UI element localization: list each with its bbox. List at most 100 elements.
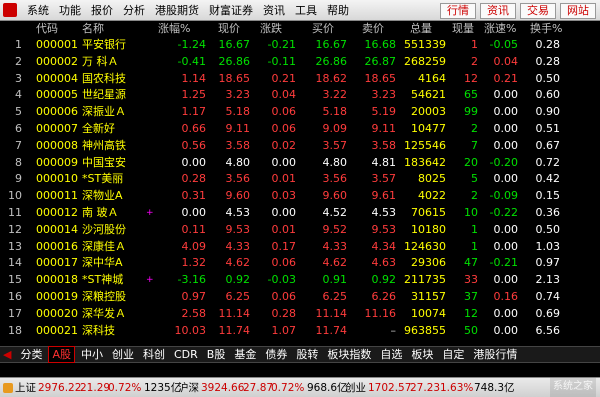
cell-ask: 4.34 xyxy=(371,239,397,253)
tab-watchlist[interactable]: 自选 xyxy=(377,347,405,362)
cell-bid: 9.09 xyxy=(322,121,348,135)
cell-bid: 9.52 xyxy=(322,222,348,236)
table-row[interactable]: 1 000001 平安银行 -1.24 16.67 -0.21 16.67 16.68 5513… xyxy=(0,37,600,54)
cell-spd: 0.00 xyxy=(493,88,519,102)
cy-index-amount: 748.3亿 xyxy=(474,382,515,394)
header-price[interactable]: 现价 xyxy=(218,21,240,37)
tab-category[interactable]: 分类 xyxy=(17,347,45,362)
cell-bid: 11.14 xyxy=(315,306,348,320)
cell-ask: 16.68 xyxy=(364,38,397,51)
header-change[interactable]: 涨跌 xyxy=(260,21,282,37)
table-row[interactable]: 9 000010 *ST美丽 0.28 3.56 0.01 3.56 3.57 8025 5 0.0… xyxy=(0,171,600,188)
stock-code: 000019 xyxy=(36,289,78,303)
header-code[interactable]: 代码 xyxy=(36,21,58,37)
tab-chinext[interactable]: 创业 xyxy=(109,347,137,362)
tab-sme[interactable]: 中小 xyxy=(78,347,106,362)
tab-hk-quotes[interactable]: 港股行情 xyxy=(470,347,520,362)
table-row[interactable]: 8 000009 中国宝安 0.00 4.80 0.00 4.80 4.81 183642 20-… xyxy=(0,155,600,172)
cell-bid: 16.67 xyxy=(315,38,348,51)
header-name[interactable]: 名称 xyxy=(82,21,104,37)
watermark: 系统之家 xyxy=(550,377,596,397)
cell-diff: 1.07 xyxy=(271,323,297,337)
header-speed[interactable]: 涨速% xyxy=(484,21,516,37)
table-row[interactable]: 6 000007 全新好 0.66 9.11 0.06 9.09 9.11 10477 2 0.00… xyxy=(0,121,600,138)
quote-button[interactable]: 行情 xyxy=(440,3,476,19)
stock-code: 000007 xyxy=(36,121,78,135)
tab-bonds[interactable]: 债券 xyxy=(262,347,290,362)
cell-chg: 1.32 xyxy=(181,256,207,270)
table-row[interactable]: 18 000021 深科技 10.03 11.74 1.07 11.74 –963855 50 0… xyxy=(0,323,600,340)
menu-quote[interactable]: 报价 xyxy=(86,0,118,21)
tab-custom[interactable]: 自定 xyxy=(439,347,467,362)
cell-price: 4.80 xyxy=(225,155,251,169)
tab-sector-index[interactable]: 板块指数 xyxy=(324,347,374,362)
cell-chg: 1.25 xyxy=(181,88,207,102)
table-row[interactable]: 12 000014 沙河股份 0.11 9.53 0.01 9.52 9.53 10180 1 0.… xyxy=(0,222,600,239)
menu-tools[interactable]: 工具 xyxy=(290,0,322,21)
menu-bar: 系统 功能 报价 分析 港股期货 财富证券 资讯 工具 帮助 行情 资讯 交易 … xyxy=(0,0,600,21)
table-row[interactable]: 7 000008 神州高铁 0.56 3.58 0.02 3.57 3.58 125546 7 0.… xyxy=(0,138,600,155)
news-button[interactable]: 资讯 xyxy=(480,3,516,19)
cy-index-change: 27.23 xyxy=(410,382,441,394)
table-row[interactable]: 2 000002 万 科Ａ -0.41 26.86 -0.11 26.86 26.87 2682… xyxy=(0,54,600,71)
cell-price: 6.25 xyxy=(225,289,251,303)
header-ask[interactable]: 卖价 xyxy=(362,21,384,37)
cell-cur: 47 xyxy=(464,256,478,270)
table-row[interactable]: 4 000005 世纪星源 1.25 3.23 0.04 3.22 3.23 54621 65 0.… xyxy=(0,87,600,104)
tab-neeq[interactable]: 股转 xyxy=(293,347,321,362)
table-row[interactable]: 16 000019 深粮控股 0.97 6.25 0.06 6.25 6.26 31157 37 0… xyxy=(0,289,600,306)
cell-bid: 18.62 xyxy=(315,71,348,85)
header-bid[interactable]: 买价 xyxy=(312,21,334,37)
cell-cur: 5 xyxy=(471,172,478,186)
table-row[interactable]: 15 000018 *ST神城 + -3.16 0.92 -0.03 0.91 0.92 2117… xyxy=(0,272,600,289)
cell-bid: 11.74 xyxy=(315,323,348,337)
table-row[interactable]: 13 000016 深康佳Ａ 4.09 4.33 0.17 4.33 4.34 124630 1 0… xyxy=(0,239,600,256)
header-turnover[interactable]: 换手% xyxy=(530,21,562,37)
cell-bid: 4.62 xyxy=(322,256,348,270)
table-row[interactable]: 10 000011 深物业A 0.31 9.60 0.03 9.60 9.61 4022 2 -0.… xyxy=(0,188,600,205)
menu-function[interactable]: 功能 xyxy=(54,0,86,21)
menu-system[interactable]: 系统 xyxy=(22,0,54,21)
row-number: 17 xyxy=(8,306,22,320)
table-row[interactable]: 17 000020 深华发Ａ 2.58 11.14 0.28 11.14 11.16 10074… xyxy=(0,306,600,323)
tab-cdr[interactable]: CDR xyxy=(171,347,201,362)
stock-code: 000008 xyxy=(36,138,78,152)
trade-button[interactable]: 交易 xyxy=(520,3,556,19)
menu-analysis[interactable]: 分析 xyxy=(118,0,150,21)
tab-star[interactable]: 科创 xyxy=(140,347,168,362)
row-number: 11 xyxy=(8,205,22,219)
cell-spd: 0.16 xyxy=(493,289,519,303)
tab-sectors[interactable]: 板块 xyxy=(408,347,436,362)
menu-news[interactable]: 资讯 xyxy=(258,0,290,21)
menu-wealth-securities[interactable]: 财富证券 xyxy=(204,0,258,21)
menu-help[interactable]: 帮助 xyxy=(322,0,354,21)
stock-code: 000018 xyxy=(36,273,78,287)
tab-a-shares[interactable]: A股 xyxy=(48,346,75,363)
cell-price: 11.74 xyxy=(218,323,251,337)
table-row[interactable]: 14 000017 深中华A 1.32 4.62 0.06 4.62 4.63 29306 47-… xyxy=(0,255,600,272)
header-volume[interactable]: 总量 xyxy=(410,21,432,37)
row-number: 7 xyxy=(15,138,22,152)
category-tabs: ◀ 分类 A股 中小 创业 科创 CDR B股 基金 债券 股转 板块指数 自选… xyxy=(0,346,600,363)
cell-cur: 20 xyxy=(464,155,478,169)
main-menu: 系统 功能 报价 分析 港股期货 财富证券 资讯 工具 帮助 xyxy=(22,0,354,21)
tab-funds[interactable]: 基金 xyxy=(231,347,259,362)
cell-ask: 5.19 xyxy=(371,105,397,119)
cell-diff: 0.03 xyxy=(271,189,297,203)
tab-b-shares[interactable]: B股 xyxy=(204,347,229,362)
table-row[interactable]: 3 000004 国农科技 1.14 18.65 0.21 18.62 18.65 4164 12… xyxy=(0,71,600,88)
table-row[interactable]: 5 000006 深振业Ａ 1.17 5.18 0.06 5.18 5.19 20003 99 0.… xyxy=(0,104,600,121)
tab-prev-icon[interactable]: ◀ xyxy=(0,347,14,362)
cell-ask: 4.63 xyxy=(371,256,397,270)
cell-price: 9.53 xyxy=(225,222,251,236)
cell-bid: 9.60 xyxy=(322,189,348,203)
cell-diff: 0.28 xyxy=(271,306,297,320)
menu-hk-futures[interactable]: 港股期货 xyxy=(150,0,204,21)
row-number: 14 xyxy=(8,256,22,270)
table-row[interactable]: 11 000012 南 玻Ａ +0.00 4.53 0.00 4.52 4.53 70615 10… xyxy=(0,205,600,222)
row-number: 12 xyxy=(8,222,22,236)
header-change-pct[interactable]: 涨幅% xyxy=(158,21,190,37)
header-current-volume[interactable]: 现量 xyxy=(452,21,474,37)
sh-index-amount: 1235亿 xyxy=(144,382,182,394)
website-button[interactable]: 网站 xyxy=(560,3,596,19)
